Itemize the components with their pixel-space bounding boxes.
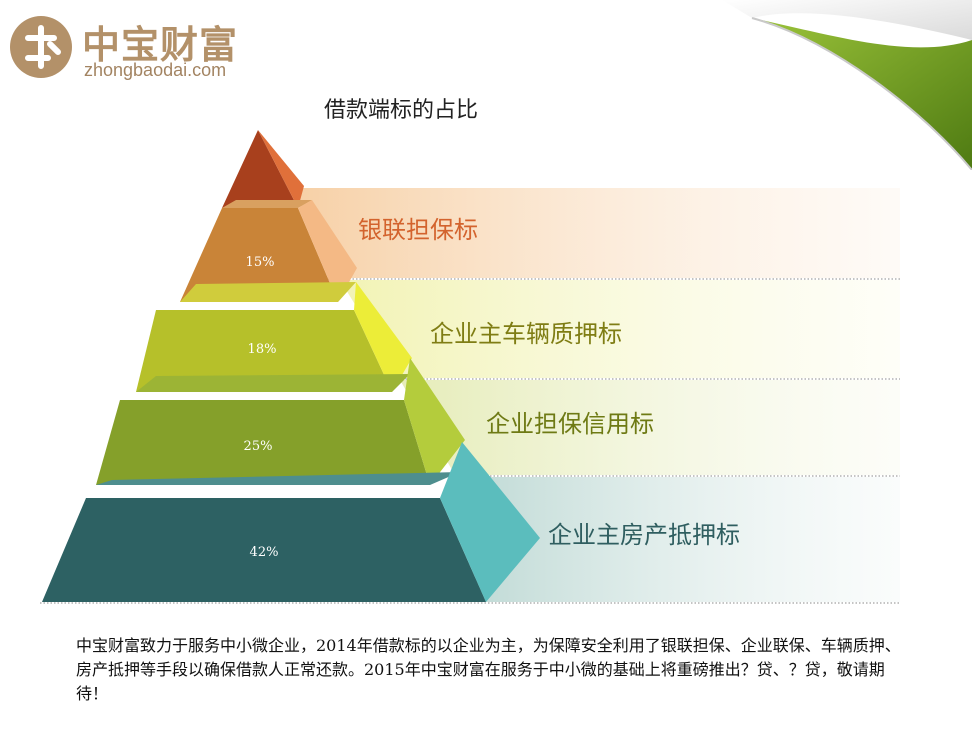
tier3-category-label: 企业担保信用标	[486, 410, 654, 438]
tier3-value-label: 25%	[244, 439, 273, 454]
tier2-value-label: 18%	[248, 342, 277, 357]
tier2-top	[180, 282, 356, 302]
description-paragraph: 中宝财富致力于服务中小微企业，2014年借款标的以企业为主，为保障安全利用了银联…	[76, 636, 901, 703]
tier3-top	[136, 374, 410, 392]
tier2-category-label: 企业主车辆质押标	[430, 320, 622, 348]
pyramid-chart: 15% 18% 25% 42% 银联担保标 企业主车辆质押标 企业担保信用标 企…	[40, 130, 900, 604]
brand-domain: zhongbaodai.com	[84, 60, 227, 80]
brand-logo: 中宝财富 zhongbaodai.com	[8, 12, 268, 84]
tier1-value-label: 15%	[246, 255, 275, 270]
tier1-category-label: 银联担保标	[358, 216, 478, 244]
tier4-value-label: 42%	[250, 545, 279, 560]
brand-mark-icon	[10, 16, 72, 78]
tier1-top	[222, 200, 312, 208]
tier4-category-label: 企业主房产抵押标	[548, 521, 740, 549]
